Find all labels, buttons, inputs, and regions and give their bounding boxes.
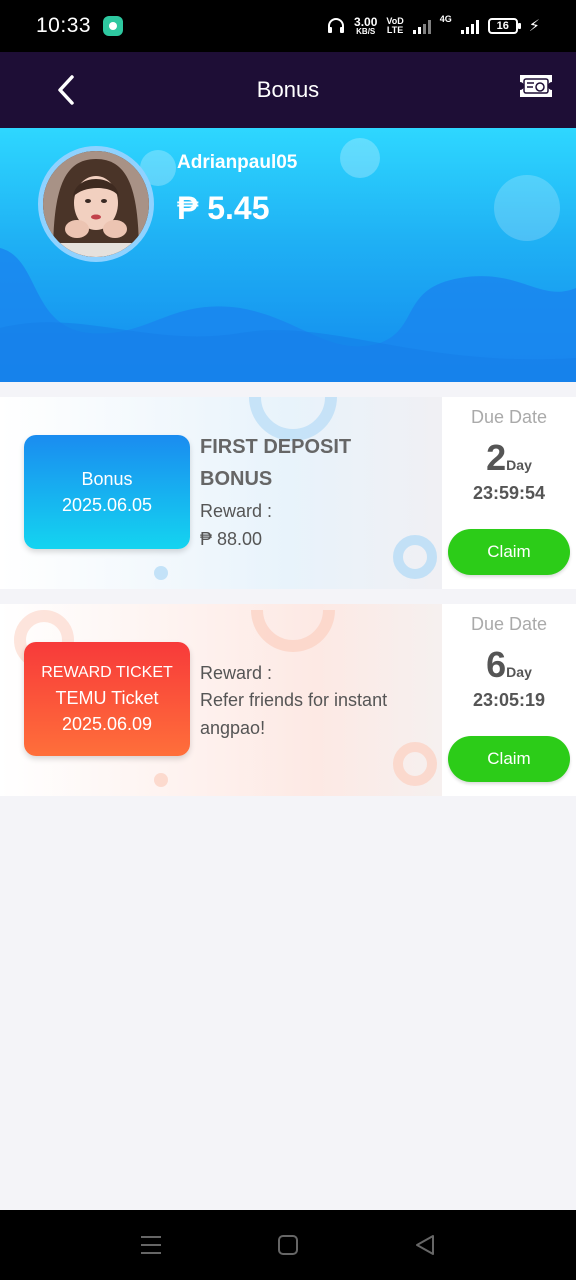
status-time: 10:33 <box>36 14 92 37</box>
badge-title: TEMU Ticket <box>55 688 159 708</box>
volte-indicator: VoD LTE <box>386 17 403 35</box>
bonus-title: FIRST DEPOSIT BONUS <box>200 436 352 490</box>
status-bar: 10:33 3.00 KB/S VoD LTE 4G 16 ⚡ <box>0 0 576 52</box>
chevron-left-icon <box>58 75 74 105</box>
recent-apps-button[interactable] <box>138 1232 164 1258</box>
headphones-icon <box>328 18 345 33</box>
ticket-button[interactable] <box>518 72 554 100</box>
claim-button[interactable]: Claim <box>448 736 570 782</box>
due-days-unit: Day <box>506 664 532 680</box>
back-nav-button[interactable] <box>412 1232 438 1258</box>
battery-level: 16 <box>496 20 509 32</box>
badge-date: 2025.06.09 <box>61 714 153 734</box>
claim-button[interactable]: Claim <box>448 529 570 575</box>
profile-banner: Adrianpaul05 ₱ 5.45 <box>0 128 576 382</box>
charging-icon: ⚡ <box>528 18 540 35</box>
status-icons: 3.00 KB/S VoD LTE 4G 16 ⚡ <box>327 14 540 36</box>
due-time: 23:59:54 <box>472 483 546 503</box>
back-button[interactable] <box>52 74 82 106</box>
reward-value: ₱ 88.00 <box>200 529 263 549</box>
due-days: 6Day <box>442 644 576 686</box>
bonus-card: Bonus 2025.06.05 FIRST DEPOSIT BONUS Rew… <box>0 397 576 589</box>
signal-icon-sim1 <box>412 18 431 34</box>
chat-app-icon <box>103 16 124 36</box>
reward-badge: REWARD TICKET TEMU Ticket 2025.06.09 <box>24 642 190 756</box>
net-speed-unit: KB/S <box>356 27 376 36</box>
battery-icon: 16 <box>487 18 521 34</box>
due-days-number: 2 <box>486 437 507 478</box>
due-days: 2Day <box>442 437 576 479</box>
page-title: Bonus <box>256 77 320 102</box>
volte-line2: LTE <box>386 25 404 35</box>
menu-icon <box>141 1236 161 1254</box>
square-icon <box>278 1235 298 1255</box>
system-nav-bar <box>0 1210 576 1280</box>
reward-label: Reward : <box>200 501 273 521</box>
net-speed: 3.00 KB/S <box>354 16 377 36</box>
reward-value: Refer friends for instant angpao! <box>200 690 388 738</box>
due-date-label: Due Date <box>470 407 548 427</box>
app-header: Bonus <box>0 52 576 128</box>
bonus-badge: Bonus 2025.06.05 <box>24 435 190 549</box>
reward-label: Reward : <box>200 663 273 683</box>
triangle-back-icon <box>416 1235 434 1255</box>
due-days-number: 6 <box>486 644 507 685</box>
balance: ₱ 5.45 <box>177 190 270 226</box>
due-days-unit: Day <box>506 457 532 473</box>
network-type: 4G <box>439 14 452 24</box>
signal-icon-sim2 <box>460 18 479 34</box>
due-time: 23:05:19 <box>472 690 546 710</box>
avatar <box>38 146 154 262</box>
home-button[interactable] <box>275 1232 301 1258</box>
user-photo <box>43 151 149 257</box>
badge-date: 2025.06.05 <box>61 495 153 515</box>
due-date-label: Due Date <box>470 614 548 634</box>
ticket-icon <box>520 75 552 97</box>
badge-type: REWARD TICKET <box>41 664 173 681</box>
badge-title: Bonus <box>81 469 133 489</box>
username: Adrianpaul05 <box>177 152 298 173</box>
reward-card: REWARD TICKET TEMU Ticket 2025.06.09 Rew… <box>0 604 576 796</box>
